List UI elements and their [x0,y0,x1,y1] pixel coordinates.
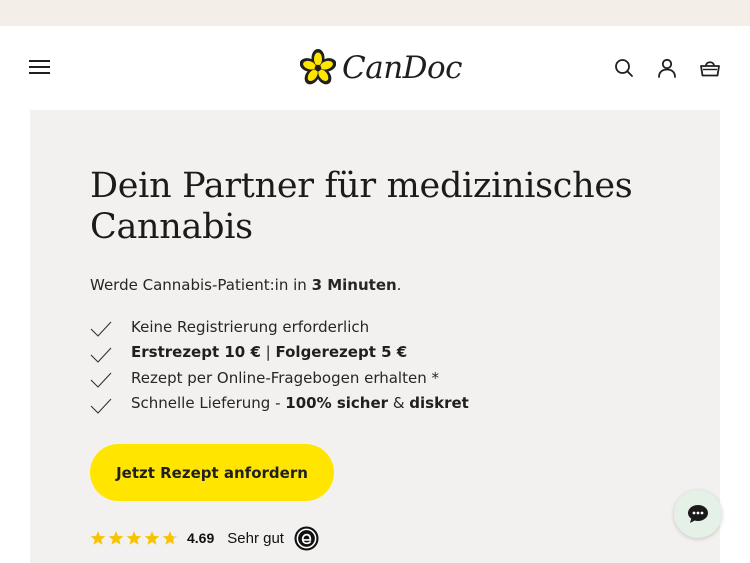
hero-subline: Werde Cannabis-Patient:in in 3 Minuten. [90,276,401,294]
hamburger-menu-icon [29,60,50,74]
subline-end: . [396,276,402,294]
site-header: CanDoc [0,26,750,110]
search-icon [615,59,633,77]
request-prescription-button[interactable]: Jetzt Rezept anfordern [90,444,334,501]
star-icon [126,531,142,545]
star-icon [108,531,124,545]
menu-button[interactable] [29,58,51,76]
benefit-item: Keine Registrierung erforderlich [90,314,469,340]
benefit-text: Keine Registrierung erforderlich [131,317,370,336]
benefit-highlight-safe: 100% sicher [285,394,389,413]
hero-headline: Dein Partner für medizinisches Cannabis [90,166,633,247]
benefit-connector: & [388,394,410,413]
benefit-text: Schnelle Lieferung - [131,394,286,413]
benefit-highlight-discreet: diskret [409,394,469,413]
check-icon [90,321,112,337]
star-icon [162,531,178,545]
chat-button[interactable] [674,490,722,538]
benefit-price-first: Erstrezept 10 € [131,343,261,362]
benefit-separator: | [260,343,276,362]
subline-highlight: 3 Minuten [311,276,397,294]
star-icon [144,531,160,545]
benefit-price-follow: Folgerezept 5 € [275,343,408,362]
subline-text: Werde Cannabis-Patient:in in [90,276,312,294]
rating-value: 4.69 [187,530,215,546]
account-icon [658,58,676,78]
cart-button[interactable] [699,57,721,79]
chat-bubble-icon [688,505,708,523]
cart-icon [700,61,720,77]
announcement-bar [0,0,750,26]
flower-logo-icon [300,49,336,85]
check-icon [90,398,112,414]
benefit-item: Erstrezept 10 € | Folgerezept 5 € [90,340,469,366]
benefit-item: Rezept per Online-Fragebogen erhalten * [90,365,469,391]
trusted-shops-rating[interactable]: 4.69 Sehr gut [90,524,319,552]
check-icon [90,372,112,388]
hero-section: Dein Partner für medizinisches Cannabis … [30,110,720,563]
account-button[interactable] [656,57,678,79]
rating-label: Sehr gut [227,529,284,547]
benefit-list: Keine Registrierung erforderlich Erstrez… [90,314,469,416]
trusted-shops-seal-icon [294,525,319,551]
logo[interactable]: CanDoc [300,46,463,90]
benefit-text: Rezept per Online-Fragebogen erhalten * [131,368,439,387]
check-icon [90,347,112,363]
rating-stars [90,530,178,546]
logo-wordmark: CanDoc [342,50,463,86]
benefit-item: Schnelle Lieferung - 100% sicher & diskr… [90,391,469,417]
search-button[interactable] [613,57,635,79]
star-icon [90,531,106,545]
